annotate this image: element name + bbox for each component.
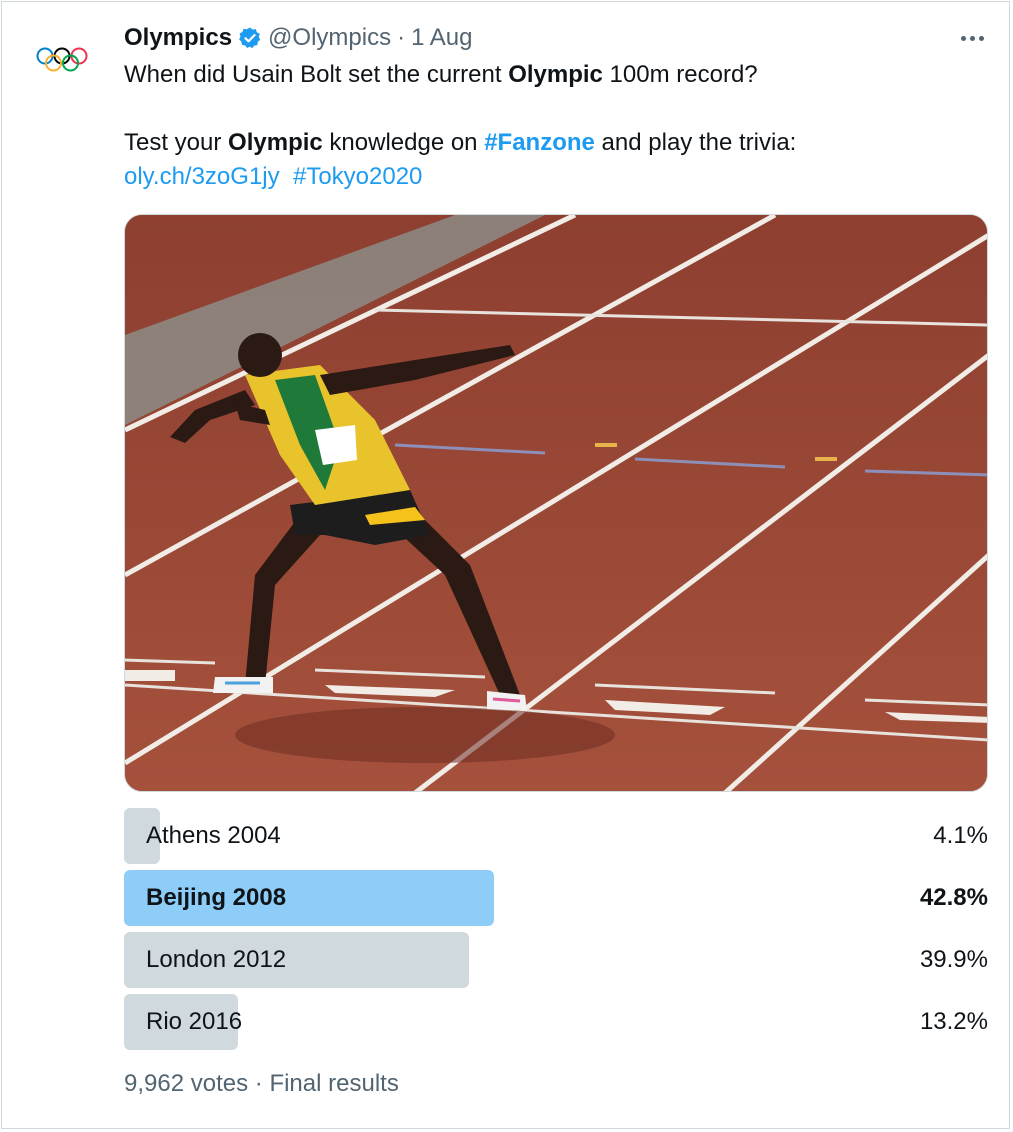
tweet-text-line3: oly.ch/3zoG1jy #Tokyo2020: [124, 160, 984, 194]
poll-footer-separator: ·: [254, 1070, 263, 1097]
tweet-text-line2: Test your Olympic knowledge on #Fanzone …: [124, 126, 984, 160]
poll-option-label: Beijing 2008: [146, 884, 287, 911]
text-segment: 100m record?: [602, 61, 758, 88]
poll-footer: 9,962 votes · Final results: [124, 1070, 399, 1098]
text-bold: Olympic: [228, 129, 323, 156]
author-handle[interactable]: @Olympics: [268, 24, 391, 52]
poll-option-label: Athens 2004: [146, 822, 281, 849]
poll-option-percent: 4.1%: [933, 822, 988, 849]
poll-option-percent: 42.8%: [919, 884, 988, 911]
text-segment: When did Usain Bolt set the current: [124, 61, 509, 88]
poll-option-label: Rio 2016: [146, 1008, 243, 1035]
hashtag-fanzone-link[interactable]: #Fanzone: [484, 129, 595, 156]
text-segment: Test your: [124, 129, 229, 156]
poll-status: Final results: [269, 1070, 399, 1097]
text-segment: knowledge on: [322, 129, 485, 156]
poll-option-percent: 39.9%: [919, 946, 988, 973]
poll-option: Athens 2004 4.1%: [124, 808, 988, 864]
tweet-header: Olympics @Olympics · 1 Aug: [124, 20, 473, 56]
poll-option: Beijing 2008 42.8%: [124, 870, 988, 926]
tweet-card[interactable]: Olympics @Olympics · 1 Aug When did Usai…: [1, 1, 1010, 1129]
verified-badge-icon: [238, 26, 262, 50]
poll-option-label: London 2012: [146, 946, 287, 973]
poll-option: Rio 2016 13.2%: [124, 994, 988, 1050]
header-separator: ·: [397, 24, 406, 51]
text-bold: Olympic: [508, 61, 603, 88]
poll-option: London 2012 39.9%: [124, 932, 988, 988]
olympic-rings-icon[interactable]: [32, 40, 92, 80]
tweet-photo[interactable]: [124, 214, 988, 792]
more-options-icon[interactable]: [950, 24, 994, 52]
tweet-text-line1: When did Usain Bolt set the current Olym…: [124, 58, 984, 92]
hashtag-tokyo2020-link[interactable]: #Tokyo2020: [293, 163, 422, 190]
author-name[interactable]: Olympics: [124, 24, 232, 52]
tweet-date[interactable]: 1 Aug: [411, 24, 472, 52]
url-link[interactable]: oly.ch/3zoG1jy: [124, 163, 280, 190]
poll-option-percent: 13.2%: [919, 1008, 988, 1035]
poll-votes: 9,962 votes: [124, 1070, 249, 1097]
text-segment: and play the trivia:: [594, 129, 797, 156]
